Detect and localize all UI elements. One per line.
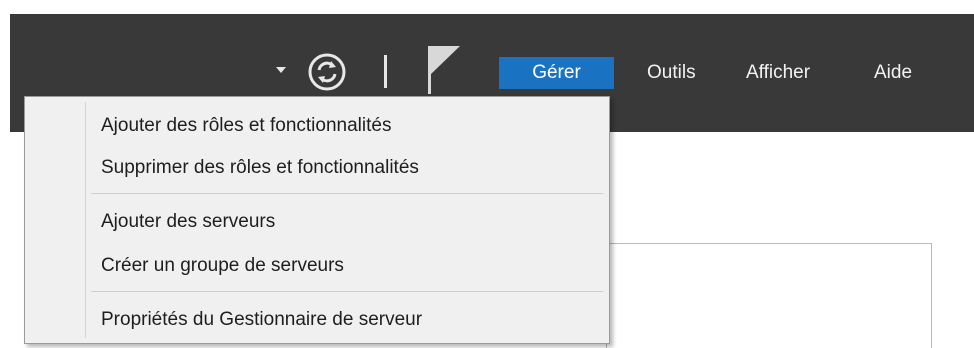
menu-aide[interactable]: Aide — [874, 57, 912, 89]
menu-gutter — [85, 102, 86, 338]
menu-item-add-roles[interactable]: Ajouter des rôles et fonctionnalités — [101, 109, 391, 143]
menu-item-server-manager-properties[interactable]: Propriétés du Gestionnaire de serveur — [101, 303, 422, 337]
menu-outils[interactable]: Outils — [647, 57, 696, 89]
menu-item-add-servers[interactable]: Ajouter des serveurs — [101, 205, 275, 239]
refresh-icon[interactable] — [307, 52, 347, 92]
menu-gerer[interactable]: Gérer — [499, 57, 614, 89]
manage-dropdown-menu: Ajouter des rôles et fonctionnalités Sup… — [24, 96, 610, 344]
flag-icon[interactable] — [424, 44, 464, 96]
menu-separator — [91, 193, 603, 194]
top-margin — [0, 0, 974, 14]
menu-item-remove-roles[interactable]: Supprimer des rôles et fonctionnalités — [101, 151, 419, 185]
menu-item-create-server-group[interactable]: Créer un groupe de serveurs — [101, 249, 344, 283]
toolbar-separator — [384, 55, 387, 88]
menu-separator — [91, 291, 603, 292]
chevron-down-icon[interactable] — [276, 67, 286, 73]
menu-afficher[interactable]: Afficher — [746, 57, 810, 89]
content-panel — [606, 243, 932, 348]
